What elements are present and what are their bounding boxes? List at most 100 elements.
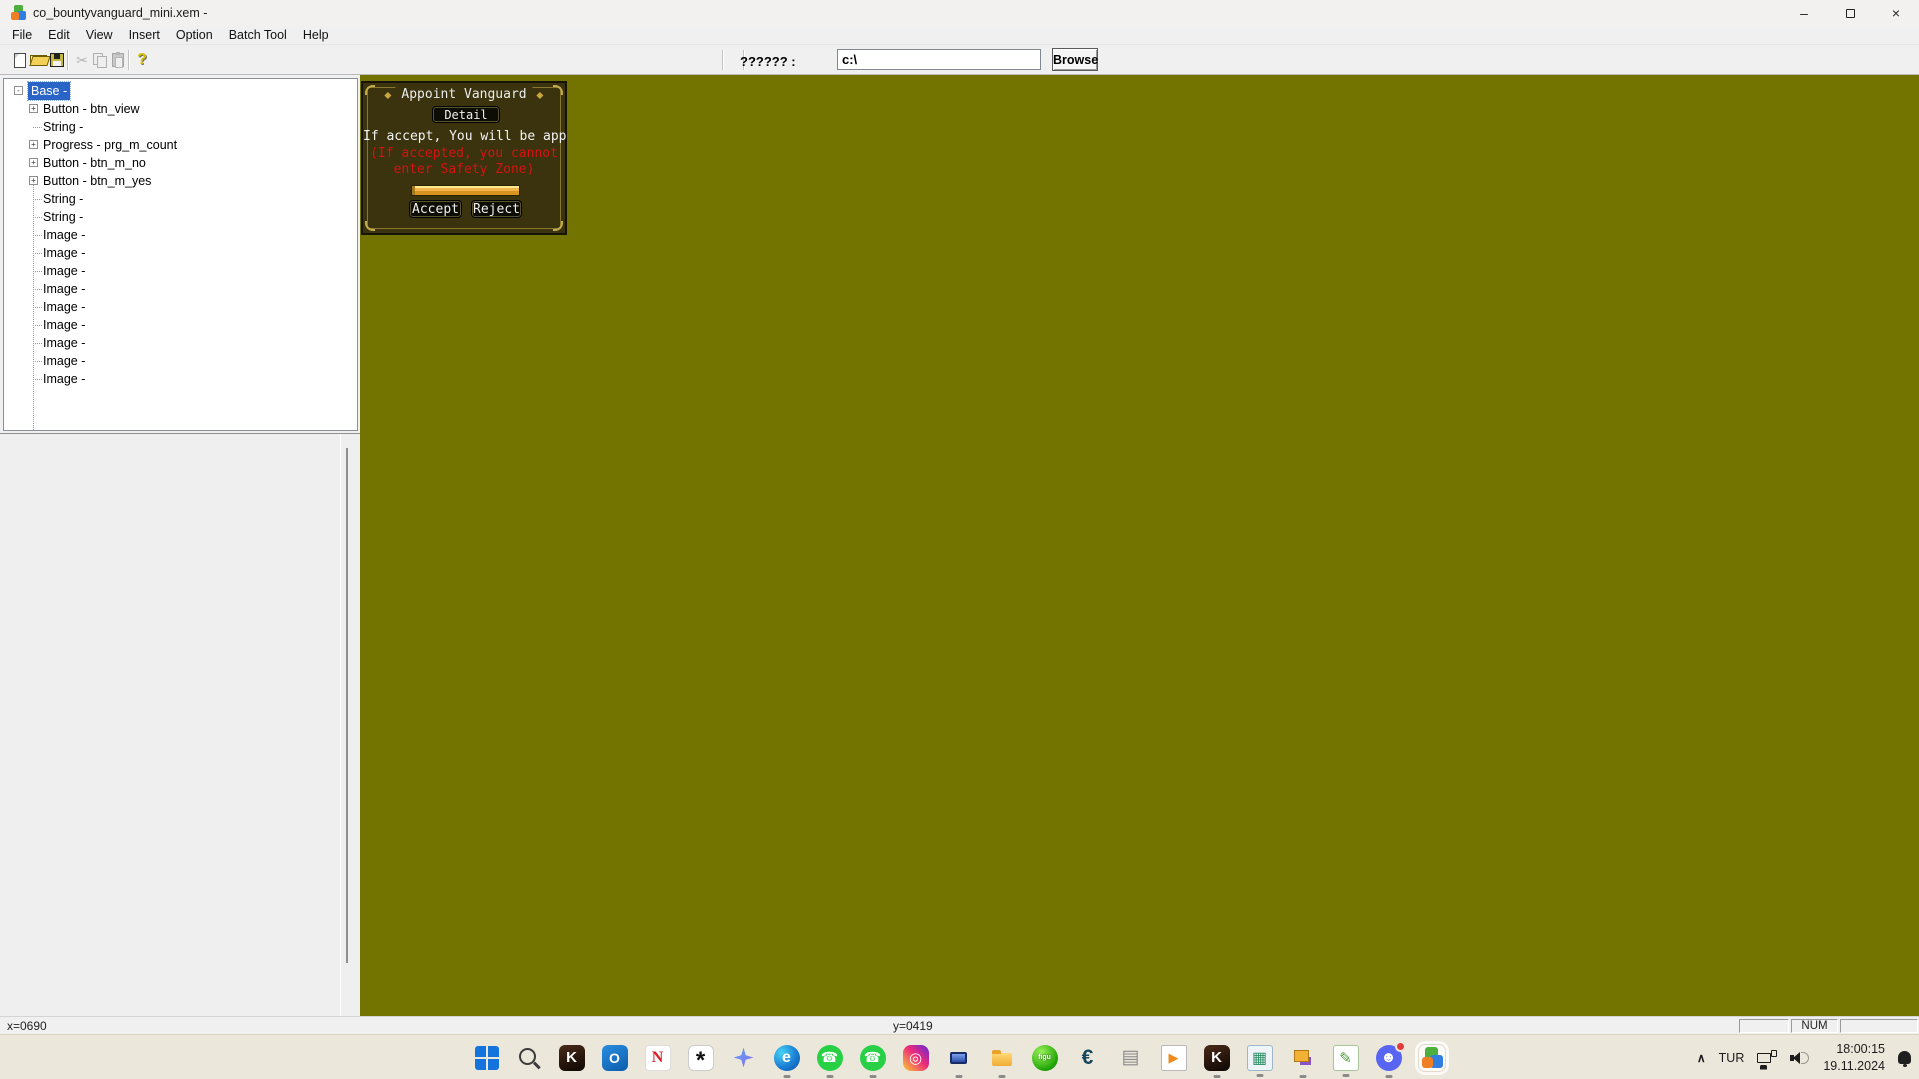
tree-item[interactable]: + Image - [4,298,357,316]
taskbar-icon-k-app[interactable]: K [559,1045,585,1071]
taskbar-icon-figu[interactable]: figu [1032,1045,1058,1071]
tree-expand-icon[interactable]: + [29,158,38,167]
taskbar-icon-3d-tool[interactable] [1290,1045,1316,1071]
taskbar-icon-discord[interactable]: ☻ [1376,1045,1402,1071]
tree-item[interactable]: + Progress - prg_m_count [4,136,357,154]
menu-item[interactable]: Help [295,27,337,43]
taskbar-icon-instagram[interactable]: ◎ [903,1045,929,1071]
search-icon[interactable] [516,1045,542,1071]
tree-item-label: Image - [43,372,85,386]
save-button[interactable] [47,50,67,70]
taskbar-icon-doc-converter[interactable]: ▶ [1161,1045,1187,1071]
tree-item-label: String - [43,192,83,206]
help-button[interactable]: ? [132,50,152,70]
taskbar-icon-netflix[interactable]: N [645,1045,671,1071]
design-canvas[interactable]: Appoint Vanguard Detail If accept, You w… [360,75,1919,1016]
menu-item[interactable]: View [78,27,121,43]
tree-item[interactable]: + Image - [4,280,357,298]
browse-button[interactable]: Browse [1052,48,1098,71]
path-input[interactable] [837,49,1041,70]
taskbar-icon-xem-editor[interactable] [1419,1045,1445,1071]
restore-icon [1846,9,1855,18]
accept-button[interactable]: Accept [410,201,461,217]
tree-item[interactable]: + Image - [4,370,357,388]
taskbar-icon-edge[interactable]: e [774,1045,800,1071]
menu-item[interactable]: Edit [40,27,78,43]
network-icon[interactable] [1757,1050,1777,1066]
tree-item[interactable]: + Image - [4,244,357,262]
tree-item-base[interactable]: - Base - [4,82,357,100]
taskbar-icon-chatgpt[interactable]: * [688,1045,714,1071]
reject-button[interactable]: Reject [472,201,521,217]
taskbar-icon-gray-tool[interactable]: ▤ [1118,1045,1144,1071]
tree-item-label: Image - [43,336,85,350]
tray-clock[interactable]: 18:00:15 19.11.2024 [1823,1041,1885,1074]
menu-item[interactable]: Batch Tool [221,27,295,43]
game-dialog-preview[interactable]: Appoint Vanguard Detail If accept, You w… [361,81,567,235]
taskbar-icon-whatsapp-2[interactable]: ☎ [860,1045,886,1071]
tree-item[interactable]: + Image - [4,262,357,280]
menu-item[interactable]: Insert [121,27,168,43]
taskbar-icon-remote-desktop[interactable] [946,1045,972,1071]
copy-icon [93,53,107,67]
start-button[interactable] [475,1046,499,1070]
ornament-corner [553,85,563,95]
menu-item[interactable]: File [4,27,40,43]
tree-item[interactable]: + String - [4,190,357,208]
tree-item-label: Button - btn_m_yes [43,174,151,188]
minimize-button[interactable]: – [1781,0,1827,26]
help-icon: ? [137,51,147,69]
tree-item-label: Image - [43,282,85,296]
taskbar-icon-cheat-engine[interactable]: € [1075,1045,1101,1071]
taskbar-icon-outlook[interactable]: O [602,1045,628,1071]
status-pane [1840,1019,1918,1033]
toolbar-separator [722,50,724,70]
detail-button[interactable]: Detail [433,107,499,122]
toolbar-separator [67,50,69,70]
tree-expand-icon[interactable]: + [29,104,38,113]
tree-item[interactable]: + Image - [4,352,357,370]
taskbar-icon-whatsapp[interactable]: ☎ [817,1045,843,1071]
tree-item-label: Image - [43,246,85,260]
dialog-text: If accept, You will be app [363,129,565,144]
paste-button[interactable] [108,50,128,70]
tray-chevron-up-icon[interactable]: ∧ [1697,1051,1706,1065]
open-file-button[interactable] [28,50,48,70]
panel-divider [340,434,341,1016]
tree-item[interactable]: + String - [4,208,357,226]
restore-button[interactable] [1827,0,1873,26]
panel-scrollbar-thumb[interactable] [346,448,348,963]
window-title: co_bountyvanguard_mini.xem - [33,6,207,20]
tree-item[interactable]: + Button - btn_m_no [4,154,357,172]
tree-item[interactable]: + Image - [4,316,357,334]
status-y-coordinate: y=0419 [893,1019,933,1033]
taskbar-icon-file-explorer[interactable] [989,1045,1015,1071]
tree-item[interactable]: + Image - [4,226,357,244]
copy-button[interactable] [90,50,110,70]
notification-bell-icon[interactable] [1898,1051,1911,1064]
taskbar-icon-image-viewer[interactable]: ▦ [1247,1045,1273,1071]
new-file-button[interactable] [10,50,30,70]
tree-collapse-icon[interactable]: - [14,86,23,95]
volume-icon[interactable] [1790,1050,1810,1066]
close-button[interactable]: × [1873,0,1919,26]
tree-item-label: String - [43,210,83,224]
tree-item[interactable]: + Button - btn_view [4,100,357,118]
tree-expand-icon[interactable]: + [29,140,38,149]
taskbar-icon-notepad[interactable]: ✎ [1333,1045,1359,1071]
tree-item[interactable]: + String - [4,118,357,136]
tree-item[interactable]: + Image - [4,334,357,352]
tree-item[interactable]: + Button - btn_m_yes [4,172,357,190]
ornament-corner [365,85,375,95]
status-x-coordinate: x=0690 [7,1019,47,1033]
menu-item[interactable]: Option [168,27,221,43]
cut-button[interactable]: ✂ [72,50,92,70]
tray-language-indicator[interactable]: TUR [1719,1051,1745,1065]
new-file-icon [14,53,26,68]
paste-icon [112,53,124,67]
taskbar-icon-copilot-sparkle[interactable] [731,1045,757,1071]
taskbar-icon-strip: K O N * e ☎ ☎ ◎ figu € ▤ ▶ K [0,1035,1919,1079]
taskbar-icon-k-app-2[interactable]: K [1204,1045,1230,1071]
tree-expand-icon[interactable]: + [29,176,38,185]
dialog-warning-text: enter Safety Zone) [363,162,565,177]
